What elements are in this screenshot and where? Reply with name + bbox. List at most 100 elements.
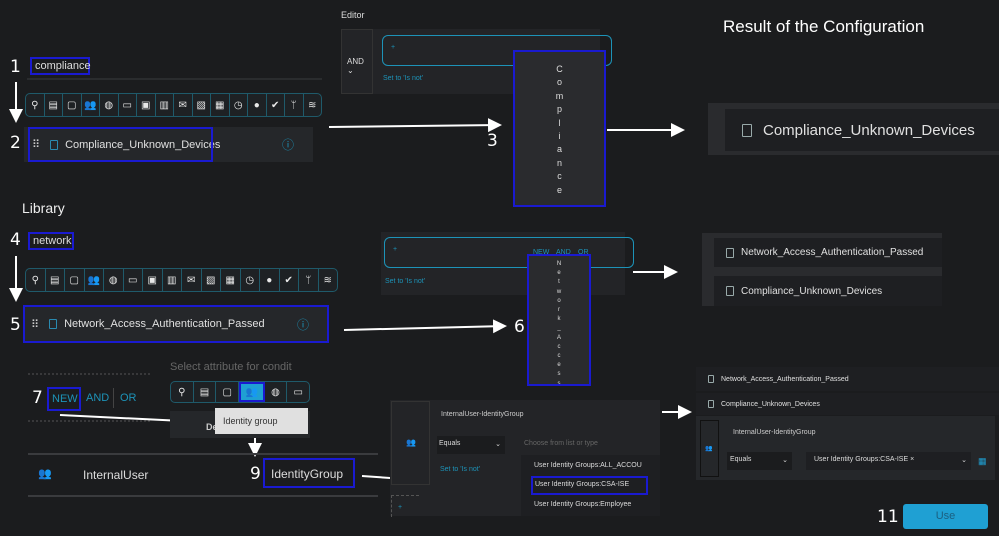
tooltip: Identity group (215, 408, 308, 434)
step-2: 2 (10, 133, 21, 153)
attribute-icon-bar-2: ⚲ ▤ ▢ 👥 ◍ ▭ ▣ ▥ ✉ ▧ ▦ ◷ ● ✔ ᛘ ≋ (25, 268, 338, 292)
server-icon[interactable]: ▥ (156, 94, 174, 116)
result-condition: Compliance_Unknown_Devices (714, 276, 942, 306)
search-input-network[interactable]: network (28, 232, 74, 250)
attribute-icon-bar-3: ⚲ ▤ ▢ 👥 ◍ ▭ (170, 381, 310, 403)
id-card-icon[interactable]: ▤ (45, 94, 63, 116)
attribute-icon-bar: ⚲ ▤ ▢ 👥 ◍ ▭ ▣ ▥ ✉ ▧ ▦ ◷ ● ✔ ᛘ ≋ (25, 93, 322, 117)
step-4: 4 (10, 230, 21, 250)
or-button[interactable]: OR (120, 392, 137, 404)
monitor-icon[interactable]: ▣ (137, 94, 156, 116)
value-options-list: User Identity Groups:ALL_ACCOU User Iden… (521, 455, 660, 516)
desktop-icon[interactable]: ▭ (124, 269, 143, 291)
id-card-icon[interactable]: ▤ (194, 382, 217, 402)
globe-icon[interactable]: ◍ (100, 94, 119, 116)
clock-icon[interactable]: ◷ (241, 269, 260, 291)
dictionary-name: InternalUser (83, 468, 149, 482)
identity-group-icon: 👥 (391, 401, 430, 485)
condition-icon (726, 286, 734, 296)
info-icon[interactable]: ⓘ (282, 136, 294, 153)
condition-icon (708, 375, 714, 383)
desktop-icon[interactable]: ▭ (287, 382, 309, 402)
square-icon[interactable]: ▢ (65, 269, 85, 291)
remove-icon[interactable]: × (910, 456, 914, 463)
info-icon[interactable]: ⓘ (297, 316, 309, 333)
building-icon[interactable]: ▦ (221, 269, 241, 291)
final-condition: Network_Access_Authentication_Passed (696, 367, 999, 391)
step-3: 3 (487, 131, 498, 151)
building-icon[interactable]: ▦ (211, 94, 230, 116)
step-6: 6 (514, 317, 525, 337)
condition-icon (726, 247, 734, 258)
user-icon[interactable]: ● (260, 269, 280, 291)
condition-name: Network_Access_Authentication_Passed (64, 318, 265, 330)
condition-icon (742, 123, 752, 137)
step-11: 11 (877, 507, 899, 527)
users-icon: 👥 (38, 468, 52, 480)
attribute-name: InternalUser-IdentityGroup (733, 429, 816, 436)
step-9: 9 (250, 464, 261, 484)
identity-group-icon[interactable]: 👥 (239, 382, 265, 402)
clock-icon[interactable]: ◷ (230, 94, 248, 116)
globe-icon[interactable]: ◍ (265, 382, 288, 402)
new-button[interactable]: NEW (47, 387, 81, 411)
final-condition: Compliance_Unknown_Devices (696, 393, 999, 415)
final-identity-panel (696, 416, 995, 480)
result-condition: Network_Access_Authentication_Passed (714, 238, 942, 267)
divider (113, 388, 114, 408)
check-circle-icon[interactable]: ✔ (267, 94, 285, 116)
square-icon[interactable]: ▢ (216, 382, 240, 402)
condition-icon (708, 400, 714, 408)
attribute-name: InternalUser-IdentityGroup (441, 411, 524, 418)
id-card-icon[interactable]: ▤ (46, 269, 65, 291)
highlight-box (28, 127, 213, 162)
wifi-icon[interactable]: ≋ (304, 94, 322, 116)
set-is-not-link[interactable]: Set to 'Is not' (383, 75, 423, 82)
step-1: 1 (10, 57, 21, 77)
document-icon[interactable]: ▧ (193, 94, 211, 116)
monitor-icon[interactable]: ▣ (143, 269, 163, 291)
add-condition-box[interactable]: + (391, 495, 419, 517)
set-is-not-link-3[interactable]: Set to 'Is not' (440, 466, 480, 473)
square-icon[interactable]: ▢ (63, 94, 82, 116)
server-icon[interactable]: ▥ (163, 269, 182, 291)
document-icon[interactable]: ▧ (202, 269, 221, 291)
tree-icon[interactable]: ᛘ (285, 94, 304, 116)
mail-icon[interactable]: ✉ (182, 269, 202, 291)
grid-icon[interactable]: ▦ (978, 456, 987, 467)
globe-icon[interactable]: ◍ (104, 269, 124, 291)
option-item[interactable]: User Identity Groups:ALL_ACCOU (521, 455, 660, 475)
operator-dropdown[interactable]: Equals ⌄ (727, 452, 792, 470)
step-5: 5 (10, 315, 21, 335)
wifi-icon[interactable]: ≋ (319, 269, 338, 291)
and-dropdown[interactable]: AND ⌄ (341, 29, 373, 94)
use-button[interactable]: Use (903, 504, 988, 529)
result-title: Result of the Configuration (723, 17, 925, 36)
option-item[interactable]: User Identity Groups:Employee (521, 495, 660, 508)
tree-icon[interactable]: ᛘ (299, 269, 319, 291)
search-input-compliance[interactable]: compliance (30, 57, 91, 75)
location-icon[interactable]: ⚲ (171, 382, 194, 402)
value-input[interactable]: Choose from list or type (524, 440, 598, 447)
condition-row-network[interactable]: ⠿ Network_Access_Authentication_Passed ⓘ (23, 305, 329, 343)
identity-group-icon: 👥 (700, 420, 719, 477)
dragged-condition-compliance: Compliance_U (513, 50, 606, 207)
condition-input-2[interactable]: + (384, 237, 634, 268)
drag-handle-icon[interactable]: ⠿ (31, 318, 39, 331)
users-icon[interactable]: 👥 (85, 269, 104, 291)
mail-icon[interactable]: ✉ (174, 94, 193, 116)
location-icon[interactable]: ⚲ (26, 269, 46, 291)
users-icon[interactable]: 👥 (82, 94, 100, 116)
library-label: Library (22, 200, 65, 216)
check-circle-icon[interactable]: ✔ (280, 269, 299, 291)
option-item-selected[interactable]: User Identity Groups:CSA-ISE (531, 476, 648, 495)
attribute-identitygroup[interactable]: IdentityGroup (263, 458, 355, 488)
operator-dropdown[interactable]: Equals ⌄ (437, 436, 505, 454)
set-is-not-link-2[interactable]: Set to 'Is not' (385, 278, 425, 285)
and-button[interactable]: AND (86, 392, 109, 404)
desktop-icon[interactable]: ▭ (119, 94, 137, 116)
location-icon[interactable]: ⚲ (26, 94, 45, 116)
value-select[interactable]: User Identity Groups:CSA-ISE × ⌄ (806, 452, 971, 470)
dragged-condition-network: Ne t w o r k _ Ac c e s s (527, 254, 591, 386)
user-icon[interactable]: ● (248, 94, 267, 116)
